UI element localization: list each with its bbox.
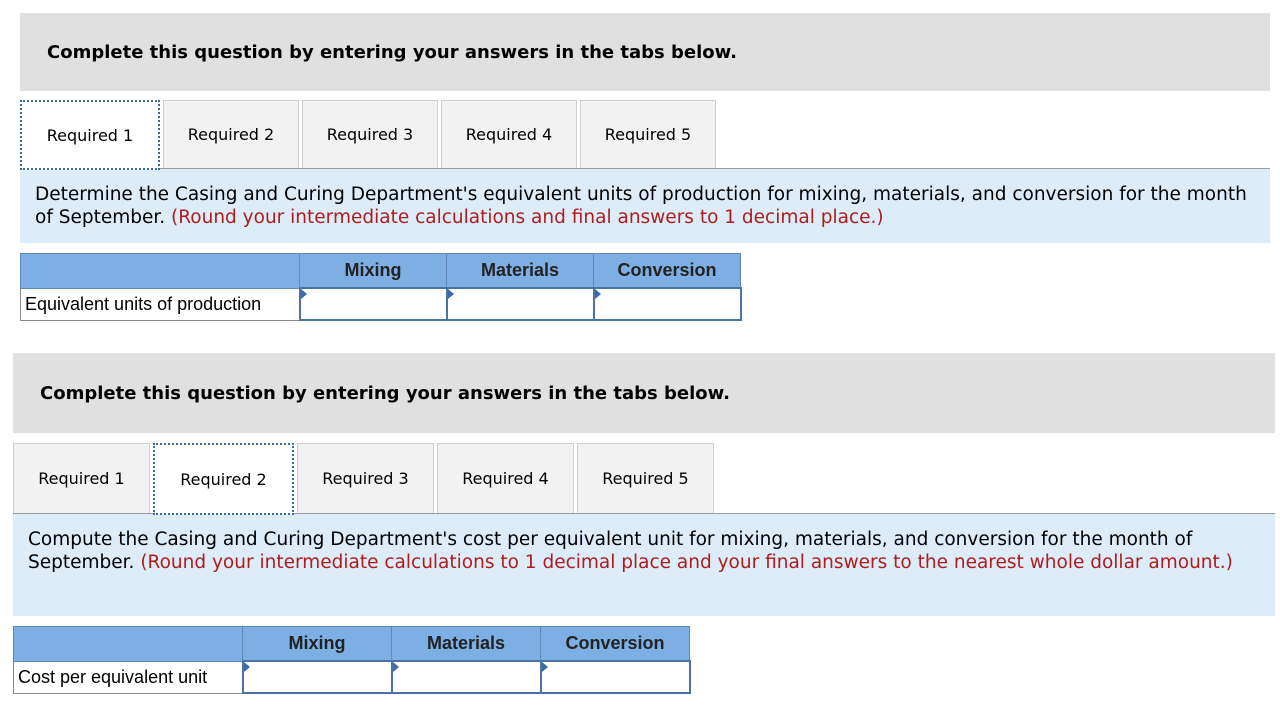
header-mixing: Mixing [242,626,392,662]
tab-required-5[interactable]: Required 5 [577,443,714,513]
tab-required-4[interactable]: Required 4 [437,443,574,513]
tab-required-3[interactable]: Required 3 [302,100,438,168]
instructions-banner: Complete this question by entering your … [20,13,1270,91]
row-label: Equivalent units of production [20,287,300,321]
table-header-row: Mixing Materials Conversion [13,626,690,662]
header-conversion: Conversion [540,626,690,662]
tab-label: Required 4 [462,469,549,488]
tab-required-1[interactable]: Required 1 [20,100,160,170]
answer-table: Mixing Materials Conversion Equivalent u… [20,253,742,321]
mixing-input[interactable] [243,662,391,692]
tab-required-4[interactable]: Required 4 [441,100,577,168]
tab-label: Required 4 [465,125,553,144]
input-marker-icon [300,289,307,299]
question-panel-required-2: Complete this question by entering your … [13,353,1275,694]
table-row: Cost per equivalent unit [13,660,691,694]
input-marker-icon [594,289,601,299]
rounding-note: (Round your intermediate calculations to… [140,552,1233,573]
header-materials: Materials [391,626,541,662]
tab-label: Required 2 [180,469,267,489]
question-panel-required-1: Complete this question by entering your … [20,13,1270,321]
tab-label: Required 1 [46,125,134,145]
tab-required-5[interactable]: Required 5 [580,100,716,168]
header-mixing: Mixing [299,253,447,289]
header-blank [20,253,300,289]
answer-table: Mixing Materials Conversion Cost per equ… [13,626,691,694]
header-blank [13,626,243,662]
instructions-banner: Complete this question by entering your … [13,353,1275,433]
tab-required-2[interactable]: Required 2 [163,100,299,168]
question-instruction: Compute the Casing and Curing Department… [13,514,1275,616]
tab-required-1[interactable]: Required 1 [13,443,150,513]
materials-input[interactable] [392,662,540,692]
tab-label: Required 3 [322,469,409,488]
mixing-input[interactable] [300,289,446,319]
tab-label: Required 5 [602,469,689,488]
tab-label: Required 5 [604,125,692,144]
conversion-cell [539,660,691,694]
tab-bar: Required 1 Required 2 Required 3 Require… [13,443,1275,515]
materials-cell [445,287,595,321]
rounding-note: (Round your intermediate calculations an… [171,207,884,228]
question-instruction: Determine the Casing and Curing Departme… [20,169,1270,243]
table-header-row: Mixing Materials Conversion [20,253,741,289]
mixing-cell [298,287,448,321]
mixing-cell [241,660,393,694]
header-materials: Materials [446,253,594,289]
tab-label: Required 3 [326,125,414,144]
tab-required-3[interactable]: Required 3 [297,443,434,513]
row-label: Cost per equivalent unit [13,660,243,694]
tab-bar: Required 1 Required 2 Required 3 Require… [20,100,1270,170]
conversion-input[interactable] [541,662,689,692]
table-row: Equivalent units of production [20,287,742,321]
materials-input[interactable] [447,289,593,319]
input-marker-icon [392,662,399,672]
tab-required-2[interactable]: Required 2 [153,443,294,515]
header-conversion: Conversion [593,253,741,289]
materials-cell [390,660,542,694]
conversion-cell [592,287,742,321]
tab-label: Required 1 [38,469,125,488]
conversion-input[interactable] [594,289,740,319]
tab-label: Required 2 [187,125,275,144]
input-marker-icon [243,662,250,672]
input-marker-icon [541,662,548,672]
input-marker-icon [447,289,454,299]
